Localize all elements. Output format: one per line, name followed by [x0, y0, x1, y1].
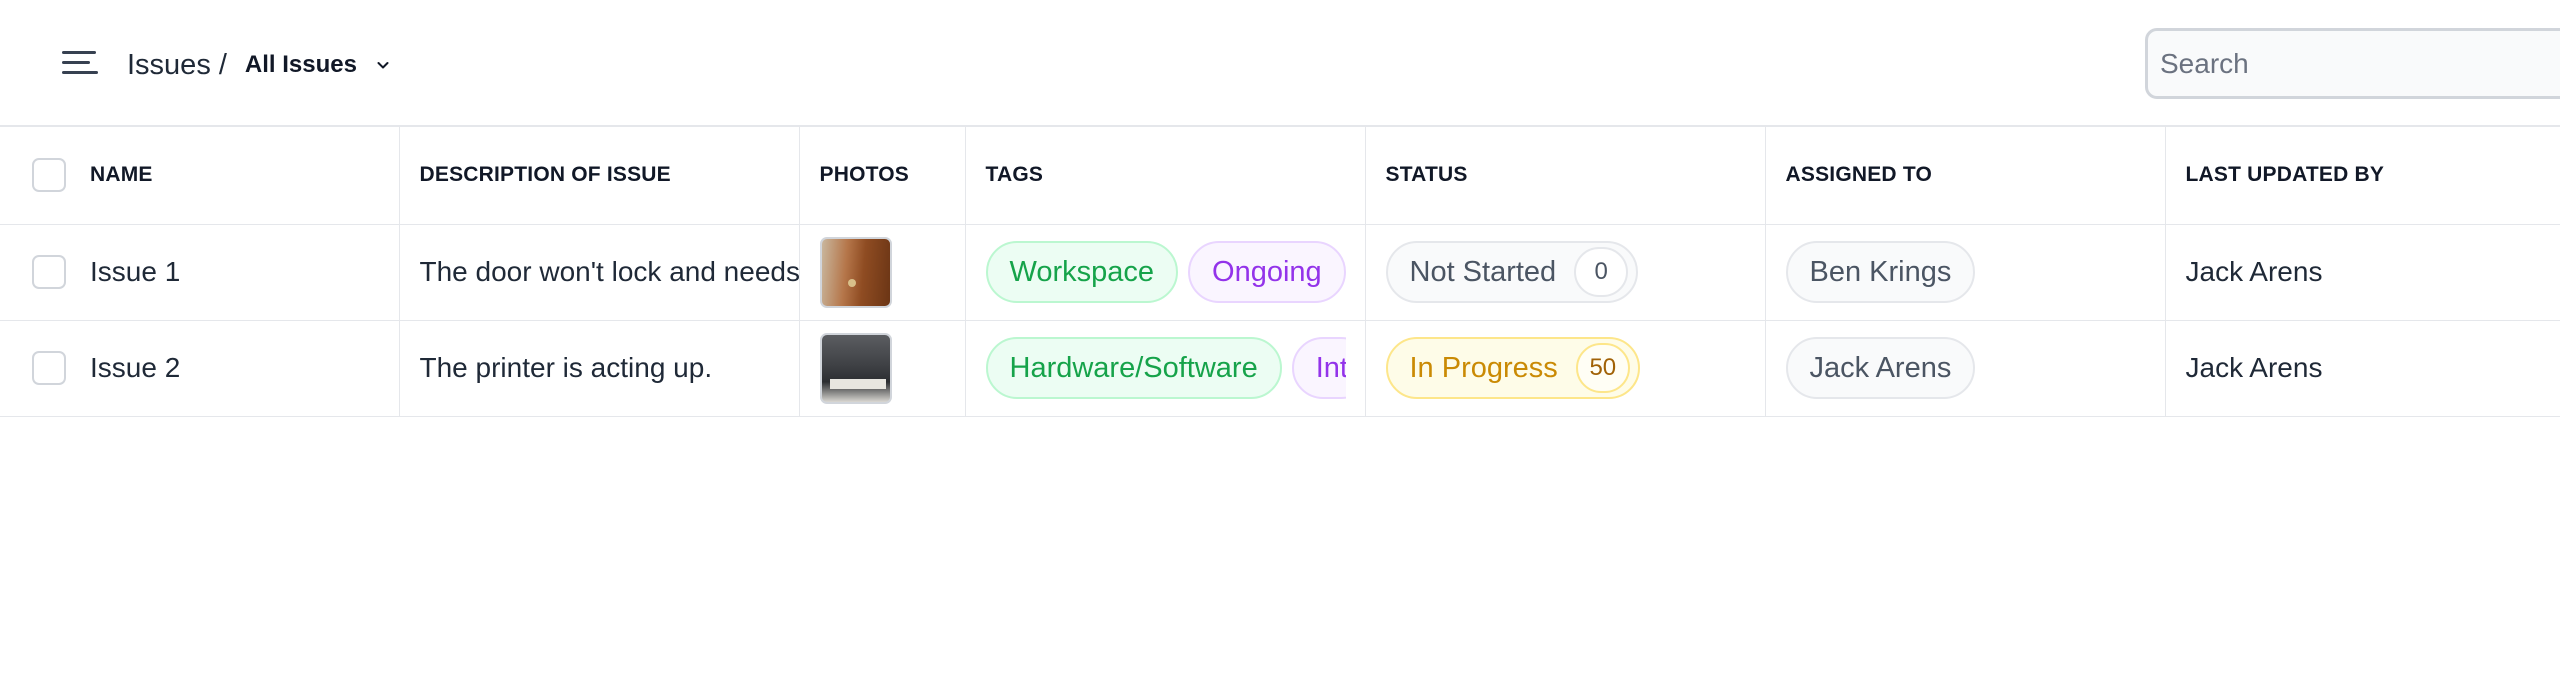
status-badge[interactable]: In Progress 50: [1385, 337, 1640, 399]
issue-name: Issue 2: [90, 352, 181, 383]
search-box: [2145, 28, 2560, 99]
table-header-row: NAME DESCRIPTION OF ISSUE PHOTOS TAGS ST…: [0, 127, 2560, 225]
tags-cell[interactable]: Workspace Ongoing: [965, 224, 1366, 321]
status-count: 50: [1575, 343, 1630, 393]
printer-photo[interactable]: [819, 332, 892, 404]
description-cell[interactable]: The door won't lock and needs fixed.: [399, 224, 800, 321]
description-cell[interactable]: The printer is acting up.: [399, 320, 800, 417]
search-input[interactable]: [2160, 31, 2560, 96]
table-row[interactable]: Issue 1 The door won't lock and needs fi…: [0, 224, 2560, 321]
status-badge[interactable]: Not Started 0: [1385, 241, 1639, 303]
issue-name: Issue 1: [90, 256, 181, 287]
tag-workspace[interactable]: Workspace: [985, 241, 1179, 303]
status-cell[interactable]: In Progress 50: [1365, 320, 1766, 417]
status-cell[interactable]: Not Started 0: [1365, 224, 1766, 321]
view-selector[interactable]: All Issues: [245, 51, 391, 79]
breadcrumb-issues[interactable]: Issues: [127, 49, 211, 82]
name-cell[interactable]: Issue 2: [0, 320, 400, 417]
row-checkbox[interactable]: [32, 255, 66, 289]
column-header-last-updated-by[interactable]: LAST UPDATED BY: [2165, 127, 2560, 225]
assignee-chip[interactable]: Ben Krings: [1785, 241, 1976, 303]
tag-hardware-software[interactable]: Hardware/Software: [985, 337, 1282, 399]
door-photo[interactable]: [819, 236, 892, 308]
chevron-down-icon: [377, 62, 389, 69]
name-cell[interactable]: Issue 1: [0, 224, 400, 321]
status-count: 0: [1574, 247, 1629, 297]
column-header-photos[interactable]: PHOTOS: [799, 127, 966, 225]
issues-table: NAME DESCRIPTION OF ISSUE PHOTOS TAGS ST…: [0, 127, 2560, 417]
column-header-tags[interactable]: TAGS: [965, 127, 1366, 225]
column-header-assigned-to[interactable]: ASSIGNED TO: [1765, 127, 2166, 225]
assigned-to-cell[interactable]: Jack Arens: [1765, 320, 2166, 417]
top-bar: Issues / All Issues: [0, 0, 2560, 127]
table-row[interactable]: Issue 2 The printer is acting up. Hardwa…: [0, 320, 2560, 417]
column-header-status[interactable]: STATUS: [1365, 127, 1766, 225]
breadcrumb-separator: /: [218, 48, 227, 81]
row-checkbox[interactable]: [32, 351, 66, 385]
column-header-description[interactable]: DESCRIPTION OF ISSUE: [399, 127, 800, 225]
photos-cell[interactable]: [799, 320, 966, 417]
status-label: In Progress: [1409, 351, 1558, 384]
assigned-to-cell[interactable]: Ben Krings: [1765, 224, 2166, 321]
view-selector-label: All Issues: [244, 51, 357, 78]
status-label: Not Started: [1409, 255, 1557, 288]
hamburger-menu-icon[interactable]: [60, 46, 100, 80]
breadcrumb: Issues / All Issues: [127, 43, 391, 87]
select-all-checkbox[interactable]: [32, 158, 66, 193]
last-updated-by-cell[interactable]: Jack Arens: [2165, 320, 2560, 417]
column-header-name-label: NAME: [90, 163, 153, 187]
tag-ongoing[interactable]: Ongoing: [1188, 241, 1346, 303]
tags-cell[interactable]: Hardware/Software Int: [965, 320, 1366, 417]
assignee-chip[interactable]: Jack Arens: [1785, 337, 1976, 399]
column-header-name[interactable]: NAME: [0, 127, 400, 225]
photos-cell[interactable]: [799, 224, 966, 321]
last-updated-by-cell[interactable]: Jack Arens: [2165, 224, 2560, 321]
tag-truncated[interactable]: Int: [1291, 337, 1346, 399]
